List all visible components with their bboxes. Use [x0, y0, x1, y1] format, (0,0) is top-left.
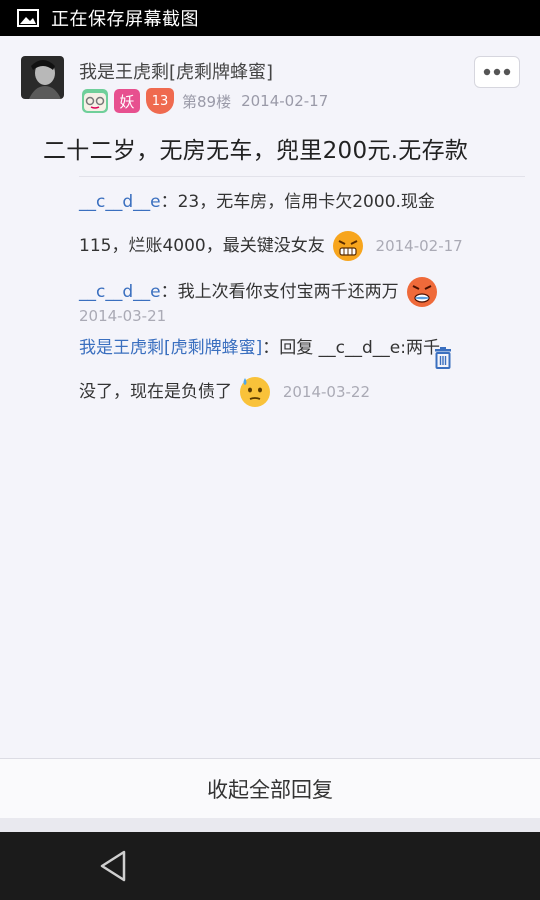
badge-row: 妖 13 第89楼 2014-02-17 [82, 88, 328, 114]
post-body: 二十二岁，无房无车，兜里200元.无存款 [43, 138, 469, 164]
post-detail: 我是王虎剩[虎剩牌蜂蜜] 妖 13 第89楼 2014-02-17 二十二岁，无… [0, 36, 540, 758]
more-options-button[interactable] [474, 56, 520, 88]
collapse-label: 收起全部回复 [207, 778, 333, 802]
reply-item[interactable]: __c__d__e：23，无车房，信用卡欠2000.现金 115，烂账4000，… [79, 180, 499, 268]
reply-date: 2014-03-21 [79, 307, 167, 325]
trash-icon[interactable] [434, 347, 452, 369]
back-triangle-icon[interactable] [96, 848, 130, 884]
reply-item[interactable]: __c__d__e：我上次看你支付宝两千还两万 2014-03-21 [79, 270, 499, 326]
reply-prefix: ：回复 [262, 338, 319, 358]
avatar[interactable] [21, 56, 64, 99]
reply-username[interactable]: __c__d__e [79, 282, 161, 302]
reply-to-username[interactable]: __c__d__e [319, 338, 401, 358]
reply-text: 没了，现在是负债了 [79, 382, 232, 402]
angry-emoji-icon [332, 230, 364, 262]
reply-text: ：我上次看你支付宝两千还两万 [160, 282, 399, 302]
sweat-emoji-icon [239, 376, 271, 408]
reply-username[interactable]: 我是王虎剩[虎剩牌蜂蜜] [79, 338, 262, 358]
spacer [0, 818, 540, 832]
floor-number: 第89楼 [182, 92, 232, 111]
reply-date: 2014-03-22 [282, 383, 370, 401]
reply-username[interactable]: __c__d__e [79, 192, 161, 212]
post-date: 2014-02-17 [241, 92, 329, 110]
reply-item[interactable]: 我是王虎剩[虎剩牌蜂蜜]：回复 __c__d__e:两千 没了，现在是负债了 2… [79, 326, 499, 414]
status-text: 正在保存屏幕截图 [51, 9, 199, 30]
level-badge: 13 [146, 88, 174, 114]
divider [79, 176, 525, 177]
reply-date: 2014-02-17 [375, 237, 463, 255]
reply-text: ：23，无车房，信用卡欠2000.现金 [160, 192, 435, 212]
face-badge-icon [82, 89, 108, 113]
post-username[interactable]: 我是王虎剩[虎剩牌蜂蜜] [79, 58, 273, 84]
furious-emoji-icon [406, 276, 438, 308]
collapse-all-replies-button[interactable]: 收起全部回复 [0, 758, 540, 819]
navigation-bar [0, 832, 540, 900]
status-bar: 正在保存屏幕截图 [0, 0, 540, 36]
reply-text: 115，烂账4000，最关键没女友 [79, 236, 325, 256]
image-icon [17, 9, 39, 27]
yao-badge: 妖 [114, 89, 140, 113]
more-dots-icon [483, 68, 511, 76]
